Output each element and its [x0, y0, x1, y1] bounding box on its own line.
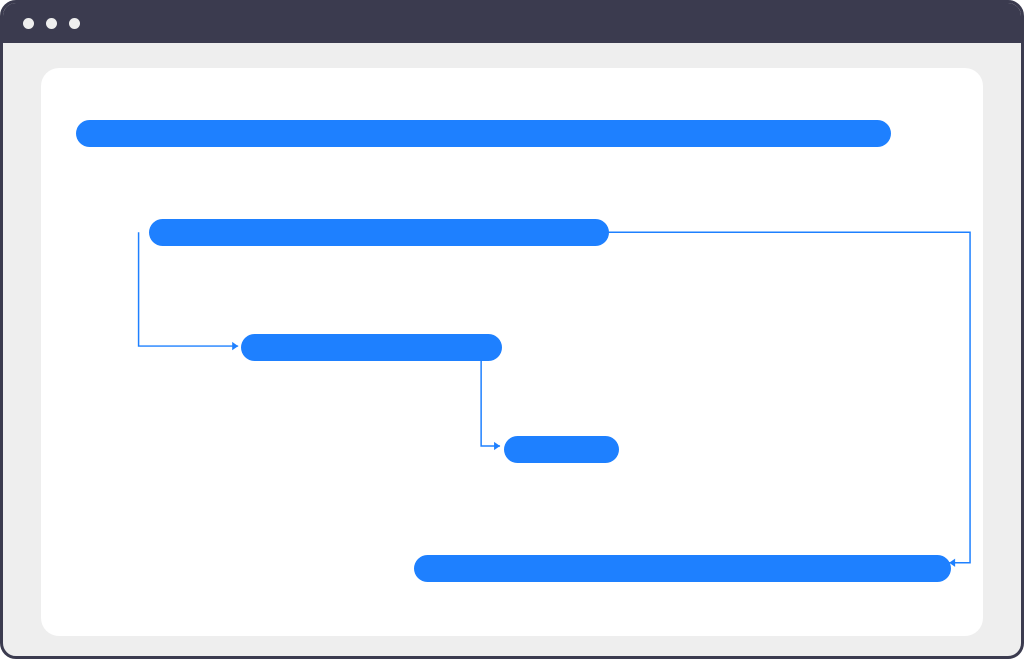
titlebar: [3, 3, 1021, 43]
gantt-bar[interactable]: [414, 555, 951, 582]
window-control-dot[interactable]: [69, 18, 80, 29]
gantt-bar[interactable]: [76, 120, 891, 147]
connector-layer: [41, 68, 983, 636]
window-control-dot[interactable]: [46, 18, 57, 29]
gantt-bar[interactable]: [241, 334, 502, 361]
app-window: [0, 0, 1024, 659]
connector-line: [481, 358, 500, 446]
gantt-bar[interactable]: [149, 219, 609, 246]
connector-line: [139, 232, 239, 346]
arrow-icon: [494, 442, 500, 450]
arrow-icon: [232, 342, 238, 350]
content-panel: [41, 68, 983, 636]
gantt-bar[interactable]: [504, 436, 619, 463]
window-control-dot[interactable]: [23, 18, 34, 29]
connector-line: [607, 232, 970, 563]
gantt-canvas: [41, 68, 983, 636]
